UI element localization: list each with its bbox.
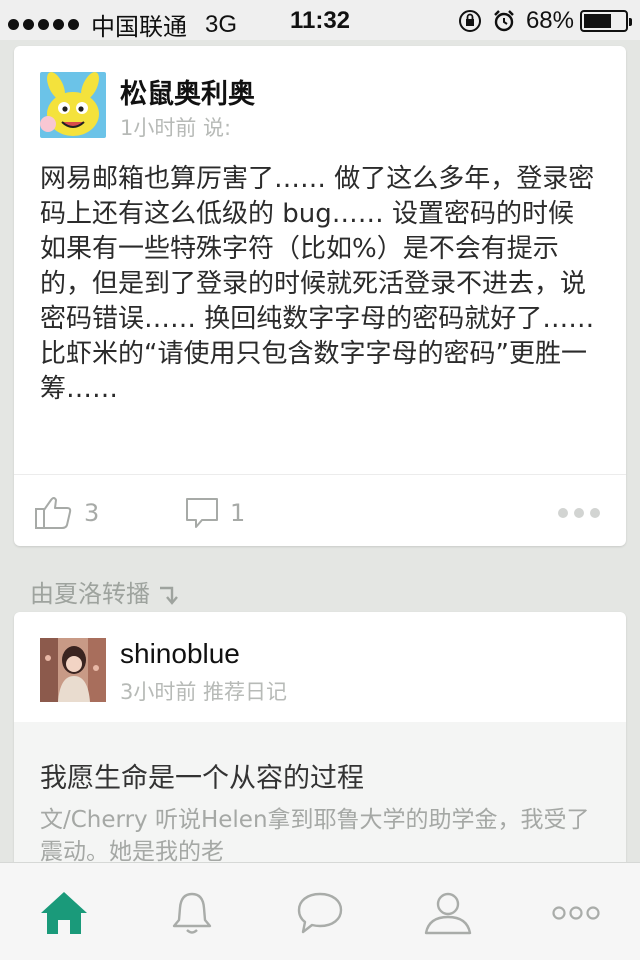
- status-right: 68%: [458, 7, 632, 35]
- comment-icon: [186, 498, 218, 528]
- user-photo-avatar-image: [40, 638, 106, 702]
- alarm-icon: [494, 10, 514, 32]
- repost-arrow-icon: [160, 586, 178, 605]
- diary-title: 我愿生命是一个从容的过程: [40, 763, 364, 794]
- bottom-tab-bar: [0, 862, 640, 960]
- comment-count: 1: [230, 499, 246, 527]
- battery-icon: [580, 10, 632, 32]
- status-bar: 中国联通 3G 11:32 68%: [0, 0, 640, 41]
- post-author[interactable]: 松鼠奥利奥: [120, 72, 255, 111]
- bunny-avatar-image: [40, 72, 106, 138]
- rotation-lock-icon: [458, 10, 481, 32]
- like-count: 3: [84, 499, 100, 527]
- thumbs-up-icon: [35, 497, 72, 529]
- chat-bubble-icon: [297, 892, 343, 934]
- avatar[interactable]: [40, 638, 106, 702]
- repost-indicator[interactable]: 由夏洛转播: [30, 574, 182, 609]
- post-meta: 1小时前 说:: [120, 116, 232, 140]
- like-button[interactable]: 3: [34, 496, 99, 530]
- tab-notifications[interactable]: [162, 883, 222, 943]
- home-icon: [41, 892, 87, 934]
- post-meta: 3小时前 推荐日记: [120, 680, 288, 704]
- bell-icon: [172, 892, 212, 934]
- tab-profile[interactable]: [418, 883, 478, 943]
- more-icon: [552, 906, 600, 920]
- comment-button[interactable]: 1: [184, 496, 245, 530]
- battery-level: [584, 14, 612, 28]
- repost-label: 由夏洛转播: [30, 580, 150, 608]
- person-icon: [424, 892, 472, 935]
- tab-home[interactable]: [34, 883, 94, 943]
- post-author[interactable]: shinoblue: [120, 638, 240, 670]
- feed-card[interactable]: 松鼠奥利奥 1小时前 说: 网易邮箱也算厉害了…… 做了这么多年，登录密码上还有…: [14, 46, 626, 546]
- post-text[interactable]: 网易邮箱也算厉害了…… 做了这么多年，登录密码上还有这么低级的 bug…… 设置…: [40, 162, 596, 407]
- card-divider: [14, 474, 626, 475]
- battery-percent: 68%: [525, 7, 574, 34]
- avatar[interactable]: [40, 72, 106, 138]
- tab-messages[interactable]: [290, 883, 350, 943]
- more-options-icon[interactable]: [552, 508, 600, 518]
- tab-more[interactable]: [546, 883, 606, 943]
- diary-excerpt: 文/Cherry 听说Helen拿到耶鲁大学的助学金，我受了震动。她是我的老: [40, 807, 590, 865]
